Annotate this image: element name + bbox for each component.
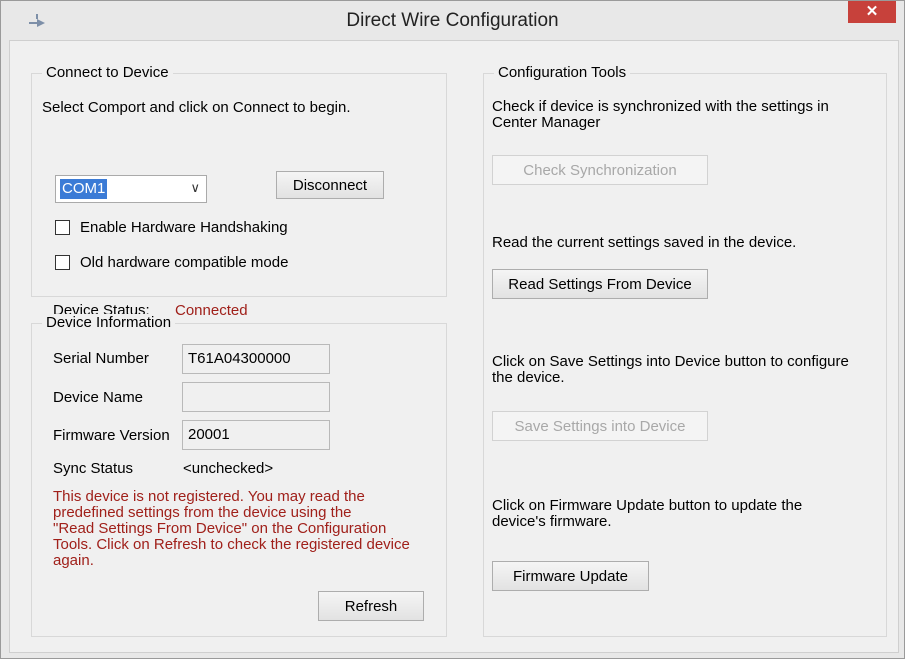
device-info-group-label: Device Information	[42, 314, 176, 331]
refresh-button[interactable]: Refresh	[318, 591, 424, 621]
title-bar[interactable]: Direct Wire Configuration ✕	[1, 1, 904, 39]
save-description-line: the device.	[492, 369, 565, 386]
firmware-version-label: Firmware Version	[53, 427, 170, 444]
warning-line: This device is not registered. You may r…	[53, 488, 365, 505]
comport-value: COM1	[60, 179, 108, 199]
firmware-description-line: Click on Firmware Update button to updat…	[492, 497, 803, 514]
save-settings-button[interactable]: Save Settings into Device	[492, 411, 708, 441]
connect-instruction: Select Comport and click on Connect to b…	[42, 99, 351, 116]
close-icon: ✕	[865, 3, 879, 20]
warning-line: predefined settings from the device usin…	[53, 504, 352, 521]
serial-number-field[interactable]: T61A04300000	[182, 344, 330, 374]
serial-number-label: Serial Number	[53, 350, 149, 367]
device-name-label: Device Name	[53, 389, 144, 406]
firmware-update-button[interactable]: Firmware Update	[492, 561, 649, 591]
sync-status-value: <unchecked>	[183, 460, 274, 477]
old-hardware-checkbox[interactable]	[55, 255, 70, 270]
config-tools-group-label: Configuration Tools	[494, 64, 631, 81]
warning-line: Tools. Click on Refresh to check the reg…	[53, 536, 410, 553]
registration-warning: This device is not registered. You may r…	[53, 489, 410, 569]
connect-group-label: Connect to Device	[42, 64, 173, 81]
sync-description-line: Check if device is synchronized with the…	[492, 98, 829, 115]
handshaking-checkbox[interactable]	[55, 220, 70, 235]
chevron-down-icon[interactable]: ∨	[190, 180, 200, 196]
warning-line: "Read Settings From Device" on the Confi…	[53, 520, 387, 537]
warning-line: again.	[53, 552, 94, 569]
sync-description: Check if device is synchronized with the…	[492, 99, 829, 131]
disconnect-button[interactable]: Disconnect	[276, 171, 384, 199]
dialog-window: Direct Wire Configuration ✕ Connect to D…	[0, 0, 905, 659]
read-settings-button[interactable]: Read Settings From Device	[492, 269, 708, 299]
save-description: Click on Save Settings into Device butto…	[492, 354, 849, 386]
device-name-field[interactable]	[182, 382, 330, 412]
firmware-version-field[interactable]: 20001	[182, 420, 330, 450]
comport-select[interactable]: COM1 ∨	[55, 175, 207, 203]
dialog-content: Connect to Device Select Comport and cli…	[9, 40, 899, 653]
handshaking-label[interactable]: Enable Hardware Handshaking	[80, 219, 288, 236]
old-hardware-label[interactable]: Old hardware compatible mode	[80, 254, 288, 271]
window-title: Direct Wire Configuration	[346, 10, 559, 31]
sync-status-label: Sync Status	[53, 460, 134, 477]
firmware-description: Click on Firmware Update button to updat…	[492, 498, 802, 530]
firmware-description-line: device's firmware.	[492, 513, 612, 530]
read-description: Read the current settings saved in the d…	[492, 234, 797, 251]
check-sync-button[interactable]: Check Synchronization	[492, 155, 708, 185]
save-description-line: Click on Save Settings into Device butto…	[492, 353, 849, 370]
device-status-value: Connected	[175, 302, 248, 319]
close-button[interactable]: ✕	[848, 1, 896, 23]
sync-description-line: Center Manager	[492, 114, 601, 131]
